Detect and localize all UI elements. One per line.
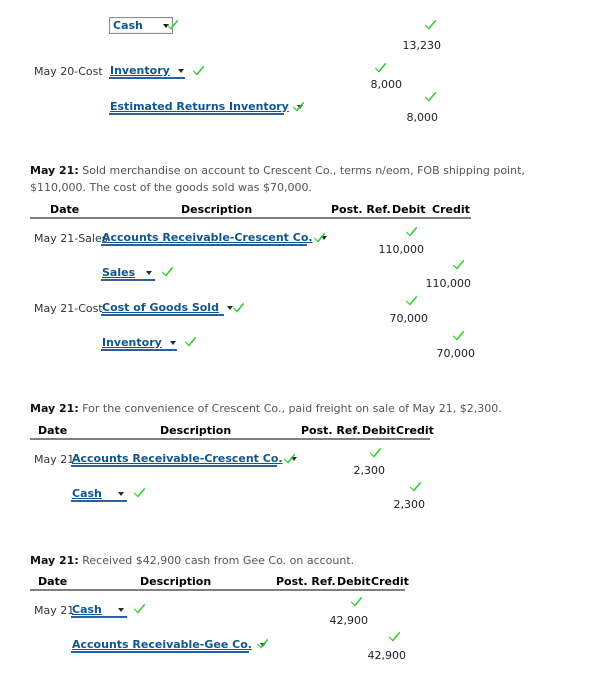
prompt-date-label: May 21:: [30, 402, 79, 415]
column-header-debit: Debit: [392, 203, 426, 216]
account-select-value: Cash: [72, 603, 102, 616]
check-mark-icon: [409, 480, 422, 493]
column-header-date: Date: [50, 203, 80, 216]
account-select-cash[interactable]: Cash: [71, 603, 127, 618]
prompt-date-label: May 21:: [30, 164, 79, 177]
header-rule: [30, 217, 471, 219]
chevron-down-icon: [146, 270, 152, 275]
credit-amount: 70,000: [436, 347, 476, 360]
check-mark-icon: [424, 90, 437, 103]
prompt-body-text: For the convenience of Crescent Co., pai…: [78, 402, 502, 415]
account-select-estimated-returns-inventory[interactable]: Estimated Returns Inventory: [109, 100, 303, 115]
account-select-cost-of-goods-sold[interactable]: Cost of Goods Sold: [101, 301, 233, 316]
credit-amount: 110,000: [425, 277, 472, 290]
account-select-accounts-receivable-gee-co[interactable]: Accounts Receivable-Gee Co.: [71, 638, 266, 653]
account-select-value: Inventory: [110, 64, 170, 77]
chevron-down-icon: [177, 68, 184, 73]
account-select-value: Accounts Receivable-Crescent Co.: [72, 452, 283, 465]
check-mark-icon: [283, 452, 296, 465]
credit-amount: 42,900: [367, 649, 407, 662]
account-select-accounts-receivable-crescent-co[interactable]: Accounts Receivable-Crescent Co.: [101, 231, 327, 246]
account-select-value: Inventory: [102, 336, 162, 349]
debit-amount: 2,300: [353, 464, 386, 477]
header-rule: [30, 438, 430, 440]
column-header-description: Description: [181, 203, 253, 216]
check-mark-icon: [184, 335, 197, 348]
account-select-value: Accounts Receivable-Crescent Co.: [102, 231, 313, 244]
account-select-value: Cash: [113, 19, 143, 32]
check-mark-icon: [133, 486, 146, 499]
column-header-credit: Credit: [432, 203, 470, 216]
column-header-debit: Debit: [362, 424, 396, 437]
entry-date: May 21: [34, 604, 75, 617]
credit-amount: 2,300: [393, 498, 426, 511]
check-mark-icon: [192, 64, 205, 77]
transaction-prompt-received-cash: May 21: Received $42,900 cash from Gee C…: [30, 552, 575, 569]
entry-date: May 21-Sales: [34, 232, 108, 245]
account-select-sales[interactable]: Sales: [101, 266, 155, 281]
chevron-down-icon: [118, 607, 124, 612]
journal-entry-table-may-20-cost: Cash 13,230 May 20-Cost Inventory 8,000 …: [0, 0, 595, 145]
debit-amount: 8,000: [370, 78, 403, 91]
entry-date: May 21-Cost: [34, 302, 103, 315]
check-mark-icon: [256, 637, 269, 650]
check-mark-icon: [374, 61, 387, 74]
check-mark-icon: [405, 225, 418, 238]
transaction-prompt-sold-merchandise: May 21: Sold merchandise on account to C…: [30, 162, 575, 196]
check-mark-icon: [452, 258, 465, 271]
check-mark-icon: [405, 294, 418, 307]
column-header-post-ref: Post. Ref.: [276, 575, 336, 588]
check-mark-icon: [388, 630, 401, 643]
account-select-inventory[interactable]: Inventory: [109, 64, 185, 79]
check-mark-icon: [313, 231, 326, 244]
account-select-value: Cash: [72, 487, 102, 500]
column-header-post-ref: Post. Ref.: [301, 424, 361, 437]
check-mark-icon: [232, 301, 245, 314]
entry-date: May 20-Cost: [34, 65, 103, 78]
debit-amount: 70,000: [389, 312, 429, 325]
account-select-value: Sales: [102, 266, 136, 279]
transaction-prompt-paid-freight: May 21: For the convenience of Crescent …: [30, 400, 575, 417]
check-mark-icon: [133, 602, 146, 615]
account-select-cash[interactable]: Cash: [71, 487, 127, 502]
account-select-value: Accounts Receivable-Gee Co.: [72, 638, 252, 651]
prompt-body-text: Sold merchandise on account to Crescent …: [30, 164, 525, 194]
check-mark-icon: [166, 18, 179, 31]
column-header-description: Description: [160, 424, 232, 437]
check-mark-icon: [369, 446, 382, 459]
credit-amount: 8,000: [406, 111, 439, 124]
column-header-description: Description: [140, 575, 212, 588]
chevron-down-icon: [118, 491, 124, 496]
account-select-cash[interactable]: Cash: [109, 17, 173, 34]
check-mark-icon: [161, 265, 174, 278]
entry-date: May 21: [34, 453, 75, 466]
check-mark-icon: [424, 18, 437, 31]
debit-amount: 42,900: [329, 614, 369, 627]
column-header-date: Date: [38, 424, 68, 437]
column-header-post-ref: Post. Ref.: [331, 203, 391, 216]
credit-amount: 13,230: [402, 39, 442, 52]
column-header-date: Date: [38, 575, 68, 588]
account-select-accounts-receivable-crescent-co[interactable]: Accounts Receivable-Crescent Co.: [71, 452, 297, 467]
check-mark-icon: [350, 595, 363, 608]
debit-amount: 110,000: [378, 243, 425, 256]
header-rule: [30, 589, 405, 591]
account-select-value: Cost of Goods Sold: [102, 301, 219, 314]
column-header-credit: Credit: [396, 424, 434, 437]
prompt-body-text: Received $42,900 cash from Gee Co. on ac…: [78, 554, 355, 567]
check-mark-icon: [452, 329, 465, 342]
column-header-credit: Credit: [371, 575, 409, 588]
column-header-debit: Debit: [337, 575, 371, 588]
account-select-inventory[interactable]: Inventory: [101, 336, 177, 351]
chevron-down-icon: [169, 340, 176, 345]
check-mark-icon: [292, 100, 305, 113]
prompt-date-label: May 21:: [30, 554, 79, 567]
account-select-value: Estimated Returns Inventory: [110, 100, 289, 113]
